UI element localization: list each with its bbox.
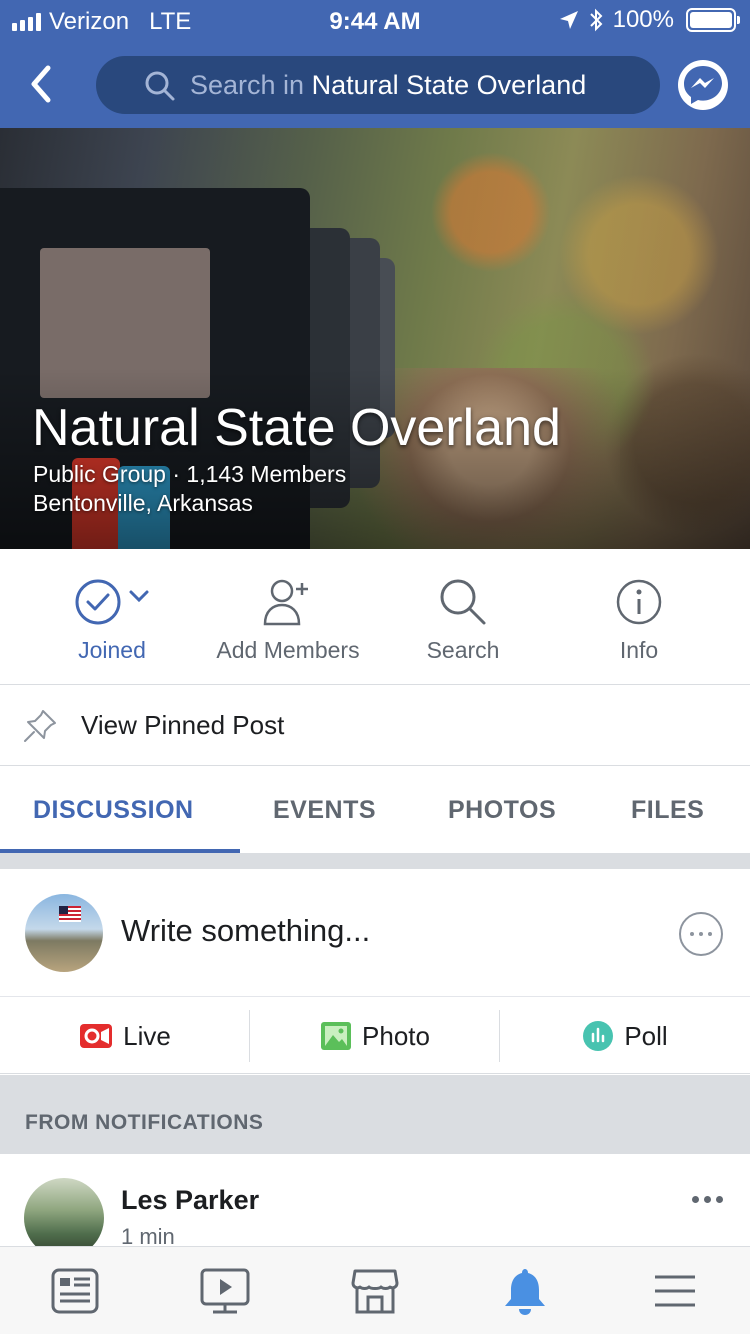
header-bar: Verizon LTE 9:44 AM 100% Search in Natur… — [0, 0, 750, 128]
search-group-name: Natural State Overland — [311, 69, 587, 100]
search-icon — [145, 71, 175, 101]
group-name: Natural State Overland — [32, 399, 561, 457]
user-avatar — [25, 894, 103, 972]
photo-label: Photo — [362, 1020, 430, 1051]
poll-button[interactable]: Poll — [500, 998, 750, 1074]
chevron-left-icon — [31, 65, 51, 103]
check-circle-icon — [75, 579, 121, 625]
live-button[interactable]: Live — [0, 998, 250, 1074]
tab-files[interactable]: FILES — [631, 796, 704, 825]
bottom-tab-bar — [0, 1246, 750, 1334]
news-feed-icon — [51, 1268, 99, 1314]
add-members-label: Add Members — [216, 637, 360, 663]
watch-icon — [200, 1268, 250, 1314]
active-tab-indicator — [0, 849, 240, 853]
marketplace-icon — [351, 1269, 399, 1314]
feed-post[interactable]: Les Parker 1 min — [0, 1154, 750, 1246]
info-button[interactable]: Info — [549, 577, 729, 664]
info-label: Info — [619, 637, 659, 663]
status-bar: Verizon LTE 9:44 AM 100% — [0, 0, 750, 40]
info-icon — [616, 579, 662, 625]
post-author-name[interactable]: Les Parker — [121, 1185, 259, 1216]
group-search-input[interactable]: Search in Natural State Overland — [96, 56, 660, 114]
messenger-button[interactable] — [678, 60, 728, 110]
tab-events[interactable]: EVENTS — [273, 796, 376, 825]
poll-icon — [583, 1021, 614, 1051]
search-label: Search — [426, 637, 500, 663]
add-members-button[interactable]: Add Members — [198, 577, 378, 664]
tab-photos[interactable]: PHOTOS — [448, 796, 556, 825]
section-divider — [0, 854, 750, 869]
tab-menu[interactable] — [645, 1265, 705, 1317]
search-icon — [440, 579, 486, 625]
post-author-avatar[interactable] — [24, 1178, 104, 1246]
group-location: Bentonville, Arkansas — [33, 490, 253, 516]
menu-icon — [655, 1275, 695, 1307]
chevron-down-icon — [129, 590, 149, 603]
search-prefix: Search in — [190, 69, 305, 100]
joined-button[interactable]: Joined — [22, 577, 202, 664]
group-search-button[interactable]: Search — [373, 577, 553, 664]
back-button[interactable] — [22, 62, 62, 106]
battery-icon — [686, 8, 740, 32]
section-header-label: FROM NOTIFICATIONS — [25, 1111, 264, 1134]
tab-news-feed[interactable] — [45, 1265, 105, 1317]
group-cover-photo[interactable]: Natural State Overland Public Group · 1,… — [0, 128, 750, 549]
post-type-row: Live Photo Poll — [0, 998, 750, 1074]
post-timestamp[interactable]: 1 min — [121, 1224, 175, 1246]
photo-icon — [321, 1022, 352, 1050]
battery-percent: 100% — [612, 6, 674, 33]
live-video-icon — [80, 1024, 113, 1048]
group-tabs: DISCUSSION EVENTS PHOTOS FILES — [0, 766, 750, 854]
tab-notifications[interactable] — [495, 1265, 555, 1317]
pinned-post-label: View Pinned Post — [81, 710, 285, 740]
add-person-icon — [263, 579, 308, 626]
joined-label: Joined — [78, 637, 146, 663]
from-notifications-header: FROM NOTIFICATIONS — [0, 1075, 750, 1154]
poll-label: Poll — [624, 1020, 668, 1051]
notifications-icon — [505, 1269, 545, 1315]
tab-marketplace[interactable] — [345, 1265, 405, 1317]
location-arrow-icon — [559, 11, 578, 29]
group-privacy-members: Public Group · 1,143 Members — [33, 461, 347, 487]
write-something-input[interactable]: Write something... — [121, 913, 370, 949]
post-options-button[interactable] — [692, 1196, 723, 1203]
post-composer: Write something... — [0, 869, 750, 997]
group-action-row: Joined Add Members Search Info — [0, 549, 750, 685]
view-pinned-post-row[interactable]: View Pinned Post — [0, 686, 750, 766]
live-label: Live — [123, 1020, 171, 1051]
messenger-icon — [684, 66, 722, 104]
photo-button[interactable]: Photo — [250, 998, 500, 1074]
pin-icon — [24, 710, 56, 742]
composer-more-button[interactable] — [679, 912, 723, 956]
tab-discussion[interactable]: DISCUSSION — [33, 796, 194, 825]
bluetooth-icon — [589, 8, 603, 32]
tab-watch[interactable] — [195, 1265, 255, 1317]
